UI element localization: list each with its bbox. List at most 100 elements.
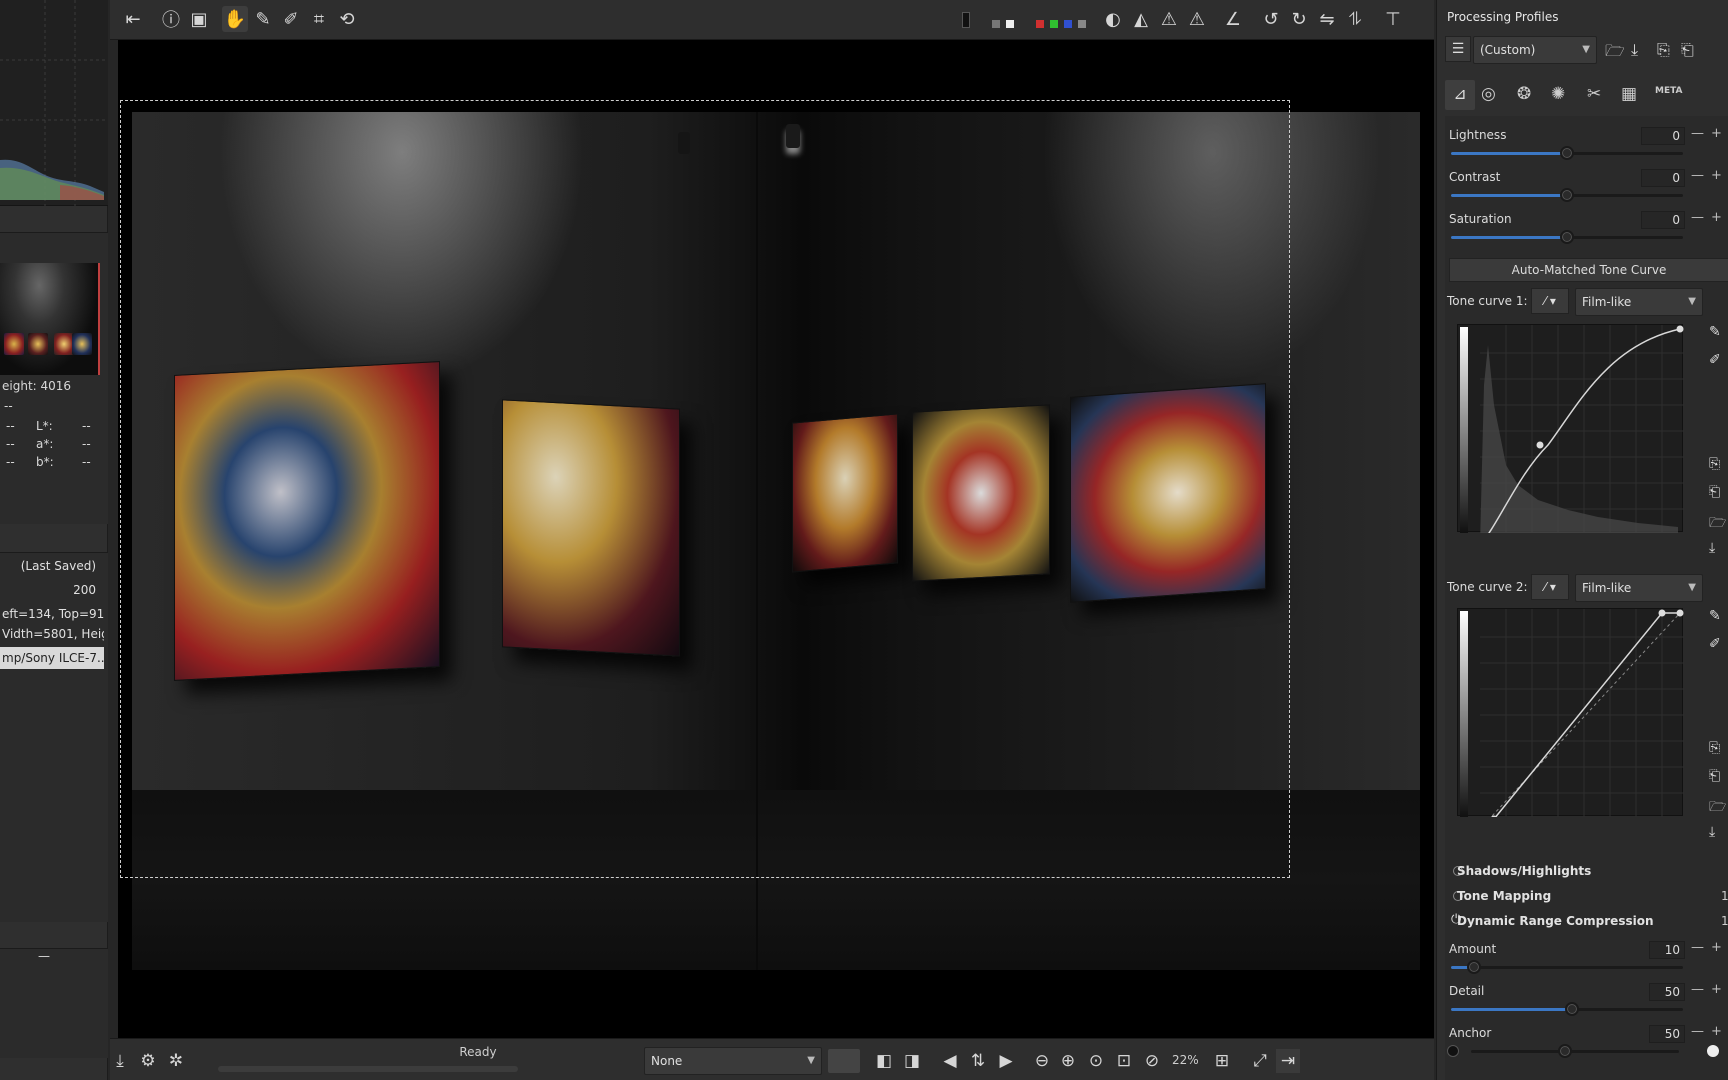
curve-edit-point-icon[interactable]: ✎ [1709, 608, 1727, 626]
rotate-left-icon[interactable]: ↺ [1258, 6, 1284, 32]
tone-curve-2-mode-dropdown[interactable]: Film-like ▼ [1575, 574, 1703, 602]
slider-knob[interactable] [1564, 1002, 1579, 1016]
decrement-icon[interactable]: — [1691, 982, 1704, 997]
channel-luminance-icon[interactable] [1078, 20, 1086, 28]
tab-meta[interactable]: META [1655, 86, 1683, 96]
curve-point[interactable] [1676, 325, 1684, 333]
profile-list-icon[interactable]: ☰ [1445, 36, 1471, 62]
section-tone-mapping[interactable]: Tone Mapping [1457, 889, 1551, 903]
collapse-top-panel-icon[interactable]: ⊤ [1380, 6, 1406, 32]
info-icon[interactable]: ⓘ [158, 6, 184, 32]
slider-value[interactable]: 0 [1641, 169, 1685, 187]
curve-copy-icon[interactable]: ⎘ [1709, 740, 1727, 758]
slider-value[interactable]: 50 [1649, 1025, 1685, 1043]
focus-mask-icon[interactable]: ◐ [1100, 6, 1126, 32]
increment-icon[interactable]: + [1711, 168, 1722, 183]
channel-red-icon[interactable] [1036, 20, 1044, 28]
hand-tool-icon[interactable]: ✋ [222, 6, 248, 32]
tone-curve-2-graph[interactable] [1458, 609, 1684, 841]
curve-point[interactable] [1658, 609, 1666, 617]
slider-track[interactable] [1451, 146, 1683, 160]
soft-proof-icon[interactable]: ◧ [872, 1049, 896, 1073]
curve-paste-icon[interactable]: ⎗ [1709, 484, 1727, 502]
background-color-black-icon[interactable] [962, 12, 970, 28]
tab-raw[interactable]: ▦ [1621, 84, 1637, 104]
zoom-in-icon[interactable]: ⊕ [1056, 1049, 1080, 1073]
profile-dropdown[interactable]: (Custom) ▼ [1473, 36, 1597, 64]
history-iso[interactable]: 200 [0, 579, 104, 601]
increment-icon[interactable]: + [1711, 940, 1722, 955]
curve-picker-icon[interactable]: ✐ [1709, 636, 1727, 654]
flip-horizontal-icon[interactable]: ⇋ [1314, 6, 1340, 32]
tone-curve-1-mode-dropdown[interactable]: Film-like ▼ [1575, 288, 1703, 316]
increment-icon[interactable]: + [1711, 210, 1722, 225]
curve-open-icon[interactable]: 🗁 [1709, 512, 1727, 531]
crop-tool-icon[interactable]: ⌗ [306, 6, 332, 32]
collapse-right-panel-icon[interactable]: ⇥ [1276, 1049, 1300, 1073]
decrement-icon[interactable]: — [1691, 1024, 1704, 1039]
navigator-thumbnail[interactable] [0, 263, 100, 375]
slider-knob[interactable] [1557, 1044, 1572, 1058]
warning-icon[interactable]: ⚠ [1184, 6, 1210, 32]
slider-knob[interactable] [1560, 230, 1574, 244]
slider-track[interactable] [1451, 1002, 1683, 1016]
slider-track[interactable] [1471, 1044, 1679, 1058]
clipped-shadows-icon[interactable]: ◭ [1128, 6, 1154, 32]
channel-blue-icon[interactable] [1064, 20, 1072, 28]
curve-point[interactable] [1676, 609, 1684, 617]
slider-track[interactable] [1451, 230, 1683, 244]
section-shadows-highlights[interactable]: Shadows/Highlights [1457, 864, 1591, 878]
curve-paste-icon[interactable]: ⎗ [1709, 768, 1727, 786]
preview-profile-dropdown[interactable]: None ▼ [644, 1047, 822, 1075]
tab-detail[interactable]: ◎ [1481, 84, 1496, 104]
tone-curve-1-type-button[interactable]: ⁄ ▾ [1531, 288, 1569, 314]
increment-icon[interactable]: + [1711, 982, 1722, 997]
tab-exposure[interactable]: ⊿ [1445, 80, 1475, 110]
rotate-right-icon[interactable]: ↻ [1286, 6, 1312, 32]
background-color-white-icon[interactable] [1006, 20, 1014, 28]
before-after-icon[interactable]: ▣ [186, 6, 212, 32]
tone-curve-1-editor[interactable] [1457, 324, 1684, 557]
crop-rectangle[interactable] [120, 100, 1290, 878]
slider-track[interactable] [1451, 188, 1683, 202]
clipped-highlights-icon[interactable]: ⚠ [1156, 6, 1182, 32]
tone-curve-2-editor[interactable] [1457, 608, 1684, 841]
zoom-fit-icon[interactable]: ⊙ [1084, 1049, 1108, 1073]
curve-copy-icon[interactable]: ⎘ [1709, 456, 1727, 474]
save-profile-icon[interactable]: ⤓ [1631, 40, 1638, 60]
color-picker-icon[interactable]: ✎ [250, 6, 276, 32]
slider-lightness[interactable]: Lightness 0 — + [1445, 126, 1728, 168]
tab-transform[interactable]: ✂ [1587, 84, 1601, 104]
history-crop-2[interactable]: Vidth=5801, Heig... [0, 623, 104, 645]
zoom-fit-crop-icon[interactable]: ⊡ [1112, 1049, 1136, 1073]
auto-matched-tone-curve-button[interactable]: Auto-Matched Tone Curve [1449, 258, 1728, 282]
slider-knob[interactable] [1560, 146, 1574, 160]
decrement-icon[interactable]: — [1691, 168, 1704, 183]
slider-detail[interactable]: Detail 50 — + [1445, 982, 1728, 1024]
slider-track[interactable] [1451, 960, 1683, 974]
slider-knob[interactable] [1467, 960, 1482, 974]
curve-save-icon[interactable]: ⤓ [1709, 824, 1727, 842]
history-crop-1[interactable]: eft=134, Top=91 [0, 603, 104, 625]
increment-icon[interactable]: + [1711, 1024, 1722, 1039]
curve-save-icon[interactable]: ⤓ [1709, 540, 1727, 558]
tab-color[interactable]: ❂ [1517, 84, 1531, 104]
decrement-icon[interactable]: — [1691, 210, 1704, 225]
paste-profile-icon[interactable]: ⎗ [1681, 40, 1694, 60]
white-balance-picker-icon[interactable]: ✐ [278, 6, 304, 32]
previous-image-icon[interactable]: ◀ [938, 1049, 962, 1073]
straighten-tool-icon[interactable]: ⟲ [334, 6, 360, 32]
section-dynamic-range-compression[interactable]: Dynamic Range Compression [1457, 914, 1654, 928]
fullscreen-icon[interactable]: ⤢ [1248, 1049, 1272, 1073]
perspective-tool-icon[interactable]: ∠ [1220, 6, 1246, 32]
copy-profile-icon[interactable]: ⎘ [1657, 40, 1670, 60]
flip-vertical-icon[interactable]: ⥮ [1342, 6, 1368, 32]
curve-edit-point-icon[interactable]: ✎ [1709, 324, 1727, 342]
slider-contrast[interactable]: Contrast 0 — + [1445, 168, 1728, 210]
decrement-icon[interactable]: — [1691, 126, 1704, 141]
tab-advanced[interactable]: ✺ [1551, 84, 1565, 104]
curve-point[interactable] [1536, 441, 1544, 449]
snapshot-remove-button[interactable]: — [38, 949, 50, 963]
slider-anchor[interactable]: Anchor 50 — + [1445, 1024, 1728, 1066]
increment-icon[interactable]: + [1711, 126, 1722, 141]
